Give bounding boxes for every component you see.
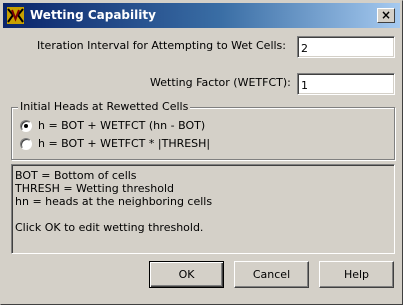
wetting-factor-label: Wetting Factor (WETFCT):: [150, 76, 291, 89]
radio-button-unselected[interactable]: [20, 138, 32, 150]
dialog-title: Wetting Capability: [30, 8, 156, 22]
wetting-capability-dialog: Wetting Capability × Iteration Interval …: [0, 0, 403, 305]
iteration-interval-input[interactable]: [297, 36, 395, 58]
app-icon: [7, 7, 24, 24]
radio-button-selected[interactable]: [20, 120, 32, 132]
close-button[interactable]: ×: [377, 8, 395, 23]
info-line: hn = heads at the neighboring cells: [15, 195, 213, 208]
close-icon: ×: [380, 8, 392, 22]
title-bar[interactable]: Wetting Capability ×: [3, 3, 400, 28]
info-line: Click OK to edit wetting threshold.: [15, 221, 204, 234]
wetting-factor-input[interactable]: [297, 73, 395, 95]
info-line: THRESH = Wetting threshold: [15, 182, 174, 195]
iteration-interval-label: Iteration Interval for Attempting to Wet…: [37, 39, 286, 52]
help-button[interactable]: Help: [319, 261, 394, 288]
cancel-button[interactable]: Cancel: [234, 261, 309, 288]
radio-label-hn-bot: h = BOT + WETFCT (hn - BOT): [38, 119, 206, 132]
initial-heads-legend: Initial Heads at Rewetted Cells: [18, 100, 191, 114]
radio-label-thresh: h = BOT + WETFCT * |THRESH|: [38, 137, 211, 150]
info-line: BOT = Bottom of cells: [15, 169, 137, 182]
info-line: [15, 208, 394, 221]
initial-heads-group: Initial Heads at Rewetted Cells h = BOT …: [11, 100, 395, 160]
ok-button[interactable]: OK: [149, 261, 224, 288]
radio-dot-icon: [24, 124, 28, 128]
info-text-box: BOT = Bottom of cells THRESH = Wetting t…: [11, 164, 395, 254]
